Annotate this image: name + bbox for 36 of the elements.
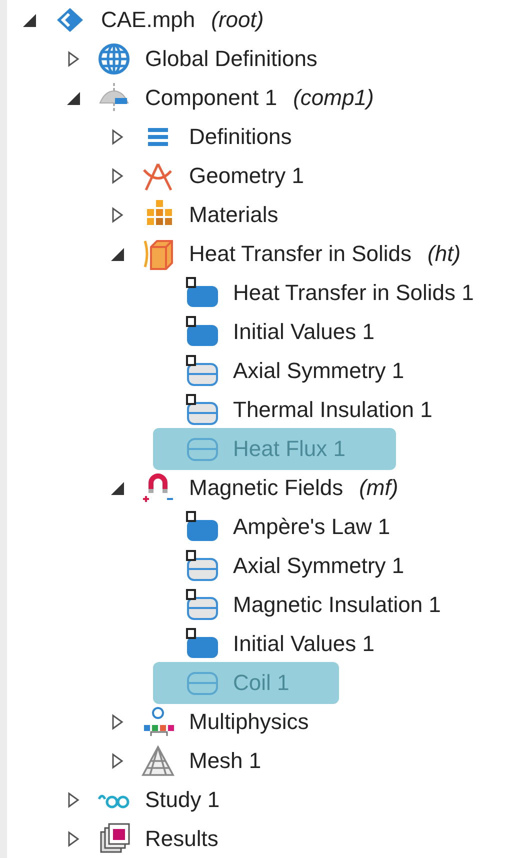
collapse-toggle-icon[interactable] xyxy=(21,12,37,28)
node-icon xyxy=(185,314,219,348)
tree-item[interactable]: Materials xyxy=(109,194,328,236)
tree-item[interactable]: Multiphysics xyxy=(109,700,359,742)
node-icon xyxy=(185,548,219,582)
tree-item[interactable]: Axial Symmetry 1 xyxy=(153,544,454,586)
collapse-toggle-icon[interactable] xyxy=(109,480,125,496)
node-icon xyxy=(185,392,219,426)
tree-item[interactable]: Axial Symmetry 1 xyxy=(153,350,454,392)
tree-item[interactable]: Initial Values 1 xyxy=(153,622,424,664)
tree-item[interactable]: Study 1 xyxy=(65,782,270,816)
tree-item[interactable]: Ampère's Law 1 xyxy=(153,506,440,548)
multiphysics-icon xyxy=(141,704,175,738)
tree-item[interactable]: Magnetic Fields (mf) xyxy=(109,466,448,508)
tree-item[interactable]: Results xyxy=(65,818,268,858)
tree-item[interactable]: Initial Values 1 xyxy=(153,310,424,352)
tree-item[interactable]: Magnetic Insulation 1 xyxy=(153,584,491,626)
tree-item[interactable]: Heat Transfer in Solids 1 xyxy=(153,272,512,314)
collapse-toggle-icon[interactable] xyxy=(65,90,81,106)
collapse-toggle-icon[interactable] xyxy=(109,246,125,262)
magnet-icon xyxy=(141,470,175,504)
node-icon xyxy=(185,626,219,660)
tree-item[interactable]: Mesh 1 xyxy=(109,740,312,782)
tree-item[interactable]: Definitions xyxy=(109,116,342,158)
node-icon xyxy=(185,354,219,388)
node-icon xyxy=(185,276,219,310)
tree-item[interactable]: Heat Transfer in Solids (ht) xyxy=(109,232,511,274)
node-icon xyxy=(185,510,219,544)
node-icon xyxy=(185,588,219,622)
globe-icon xyxy=(97,42,131,76)
tree-item[interactable]: Geometry 1 xyxy=(109,154,354,196)
tree-item[interactable]: CAE.mph (root) xyxy=(21,0,314,40)
tree-item[interactable]: Component 1 (comp1) xyxy=(65,76,424,118)
tree-item[interactable]: Global Definitions xyxy=(65,38,368,80)
tree-item[interactable]: Thermal Insulation 1 xyxy=(153,388,482,430)
mesh-icon xyxy=(141,744,175,778)
